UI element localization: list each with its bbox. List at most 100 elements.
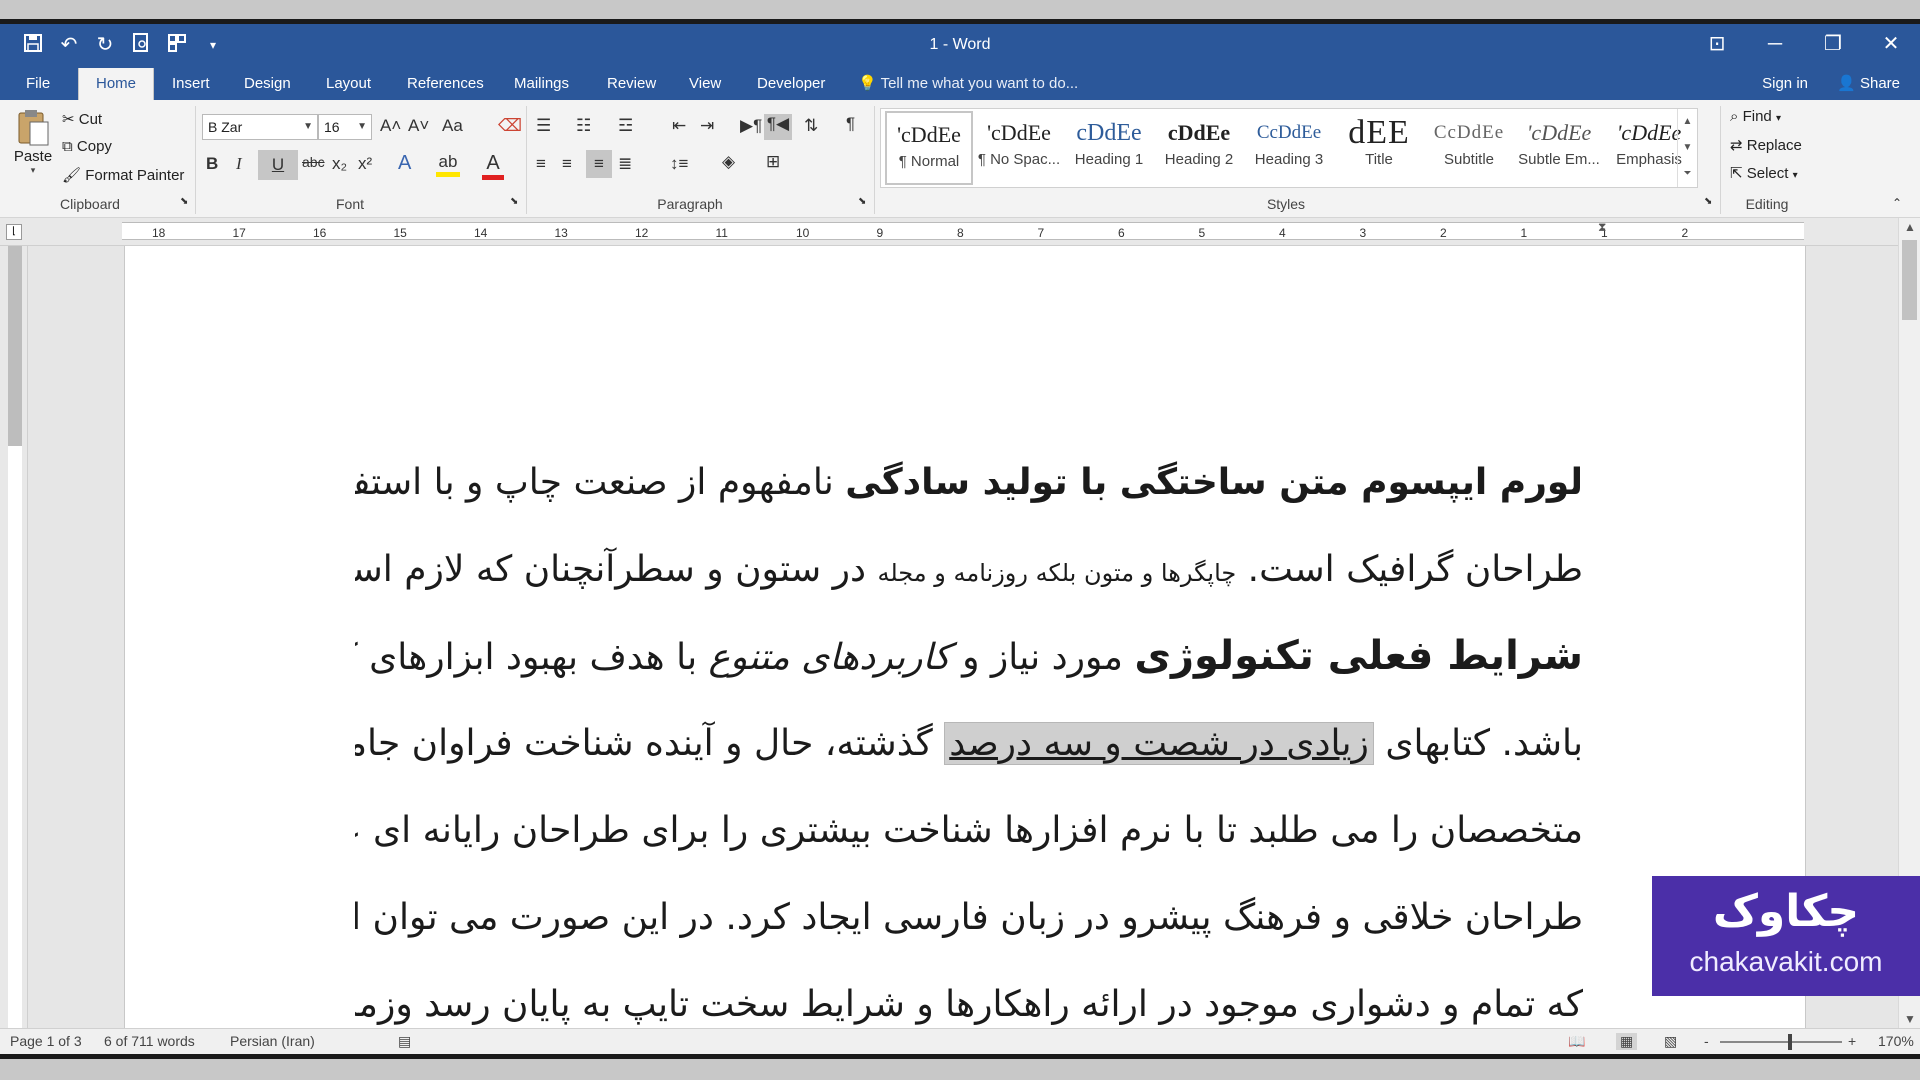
tab-file[interactable]: File (12, 68, 64, 100)
paste-dropdown-icon[interactable]: ▾ (10, 165, 56, 176)
font-name-combo[interactable]: B Zar ▼ (202, 114, 318, 140)
bullets-icon[interactable]: ☰ (536, 116, 551, 136)
font-launcher-icon[interactable]: ⬊ (510, 196, 518, 207)
line-spacing-icon[interactable]: ↕≡ (670, 154, 688, 174)
collapse-ribbon-icon[interactable]: ⌃ (1892, 196, 1902, 210)
bold-button[interactable]: B (206, 154, 218, 174)
tab-view[interactable]: View (675, 68, 735, 100)
tab-mailings[interactable]: Mailings (500, 68, 583, 100)
scroll-thumb[interactable] (1902, 240, 1917, 320)
paragraph-line[interactable]: که تمام و دشواری موجود در ارائه راهکارها… (355, 961, 1583, 1028)
paste-button[interactable]: Paste ▾ (10, 108, 56, 188)
sign-in-link[interactable]: Sign in (1762, 68, 1808, 100)
more-icon[interactable]: ⏷ (1678, 161, 1697, 187)
paragraph-line[interactable]: شرایط فعلی تکنولوژی مورد نیاز و کاربردها… (355, 613, 1583, 700)
chevron-up-icon[interactable]: ▲ (1678, 109, 1697, 135)
tab-references[interactable]: References (393, 68, 498, 100)
underline-button[interactable]: U (258, 150, 298, 180)
tab-home[interactable]: Home (78, 68, 154, 100)
cut-button[interactable]: ✂ Cut (62, 110, 102, 128)
zoom-out-button[interactable]: - (1704, 1033, 1709, 1049)
style-heading-3[interactable]: CcDdEe Heading 3 (1245, 111, 1333, 185)
text-effects-icon[interactable]: A (398, 152, 411, 175)
strikethrough-button[interactable]: abc (302, 154, 325, 170)
zoom-level[interactable]: 170% (1878, 1033, 1914, 1049)
chevron-down-icon[interactable]: ▼ (1678, 135, 1697, 161)
ltr-direction-icon[interactable]: ▶¶ (740, 116, 762, 136)
gallery-scroll[interactable]: ▲ ▼ ⏷ (1677, 109, 1697, 187)
clipboard-launcher-icon[interactable]: ⬊ (180, 196, 188, 207)
close-button[interactable]: ✕ (1862, 24, 1920, 68)
tab-selector-icon[interactable]: ⌊ (6, 224, 22, 240)
ruler-bar[interactable]: 18 17 16 15 14 13 12 11 10 9 8 7 6 5 4 3 2 1 1 2 (122, 222, 1804, 240)
minimize-button[interactable]: ─ (1746, 24, 1804, 68)
shading-icon[interactable]: ◈ (722, 152, 735, 172)
read-mode-icon[interactable]: 📖 (1568, 1033, 1585, 1050)
highlight-color-icon[interactable]: ab (436, 152, 460, 177)
rtl-direction-icon[interactable]: ¶◀ (764, 114, 792, 140)
tab-design[interactable]: Design (230, 68, 305, 100)
selected-text[interactable]: زیادی در شصت و سه درصد (944, 722, 1374, 765)
paragraph-line[interactable]: باشد. کتابهای زیادی در شصت و سه درصد گذش… (355, 700, 1583, 787)
decrease-indent-icon[interactable]: ⇤ (672, 116, 686, 136)
align-center-icon[interactable]: ≡ (562, 154, 572, 174)
tab-layout[interactable]: Layout (312, 68, 385, 100)
print-layout-icon[interactable]: ▦ (1616, 1033, 1638, 1050)
styles-launcher-icon[interactable]: ⬊ (1704, 196, 1712, 207)
document-body[interactable]: لورم ایپسوم متن ساختگی با تولید سادگی نا… (355, 439, 1583, 1028)
grow-font-icon[interactable]: A˄ (380, 116, 401, 136)
format-painter-button[interactable]: 🖌 Format Painter (62, 166, 184, 184)
tell-me-box[interactable]: 💡 Tell me what you want to do... (858, 68, 1078, 100)
style-normal[interactable]: 'cDdEe ¶ Normal (885, 111, 973, 185)
subscript-button[interactable]: x₂ (332, 154, 347, 174)
zoom-slider[interactable] (1720, 1034, 1842, 1050)
scroll-down-icon[interactable]: ▼ (1899, 1012, 1920, 1026)
style-subtitle[interactable]: CcDdEe Subtitle (1425, 111, 1513, 185)
zoom-in-button[interactable]: + (1848, 1033, 1856, 1049)
tab-review[interactable]: Review (593, 68, 670, 100)
tab-developer[interactable]: Developer (743, 68, 839, 100)
scroll-up-icon[interactable]: ▲ (1899, 220, 1920, 234)
italic-button[interactable]: I (236, 154, 242, 174)
web-layout-icon[interactable]: ▧ (1664, 1033, 1677, 1050)
select-button[interactable]: ⇱ Select ▾ (1730, 164, 1798, 182)
font-color-icon[interactable]: A (482, 152, 504, 180)
zoom-slider-thumb[interactable] (1788, 1034, 1792, 1050)
style-no-spacing[interactable]: 'cDdEe ¶ No Spac... (975, 111, 1063, 185)
justify-icon[interactable]: ≣ (618, 154, 632, 174)
align-right-icon[interactable]: ≡ (586, 150, 612, 178)
paragraph-line[interactable]: لورم ایپسوم متن ساختگی با تولید سادگی نا… (355, 439, 1583, 526)
find-button[interactable]: ⌕ Find ▾ (1730, 108, 1781, 125)
document-page[interactable]: لورم ایپسوم متن ساختگی با تولید سادگی نا… (124, 246, 1806, 1028)
language-indicator[interactable]: Persian (Iran) (230, 1033, 315, 1049)
paragraph-line[interactable]: متخصصان را می طلبد تا با نرم افزارها شنا… (355, 787, 1583, 874)
page-count[interactable]: Page 1 of 3 (10, 1033, 82, 1049)
paragraph-line[interactable]: طراحان گرافیک است. چاپگرها و متون بلکه ر… (355, 526, 1583, 613)
superscript-button[interactable]: x² (358, 154, 372, 174)
align-left-icon[interactable]: ≡ (536, 154, 546, 174)
proofing-icon[interactable]: ▤ (398, 1033, 411, 1050)
word-count[interactable]: 6 of 711 words (104, 1033, 195, 1049)
borders-icon[interactable]: ⊞ (766, 152, 780, 172)
paragraph-launcher-icon[interactable]: ⬊ (858, 196, 866, 207)
indent-marker-icon[interactable]: ⧗ (1598, 220, 1610, 244)
change-case-icon[interactable]: Aa (442, 116, 463, 136)
clear-formatting-icon[interactable]: ⌫ (498, 116, 522, 136)
style-heading-2[interactable]: cDdEe Heading 2 (1155, 111, 1243, 185)
restore-button[interactable]: ❐ (1804, 24, 1862, 68)
ribbon-display-icon[interactable]: ⊡ (1688, 24, 1746, 68)
paragraph-line[interactable]: طراحان خلاقی و فرهنگ پیشرو در زبان فارسی… (355, 874, 1583, 961)
share-button[interactable]: 👤 Share (1837, 68, 1900, 100)
multilevel-list-icon[interactable]: ☲ (618, 116, 633, 136)
tab-insert[interactable]: Insert (158, 68, 224, 100)
font-size-combo[interactable]: 16 ▼ (318, 114, 372, 140)
style-heading-1[interactable]: cDdEe Heading 1 (1065, 111, 1153, 185)
increase-indent-icon[interactable]: ⇥ (700, 116, 714, 136)
replace-button[interactable]: ⇄ Replace (1730, 136, 1802, 154)
show-marks-icon[interactable]: ¶ (846, 114, 855, 134)
style-title[interactable]: dEE Title (1335, 111, 1423, 185)
sort-icon[interactable]: ⇅ (804, 116, 818, 136)
shrink-font-icon[interactable]: A˅ (408, 116, 429, 136)
copy-button[interactable]: ⧉ Copy (62, 138, 112, 155)
numbering-icon[interactable]: ☷ (576, 116, 591, 136)
